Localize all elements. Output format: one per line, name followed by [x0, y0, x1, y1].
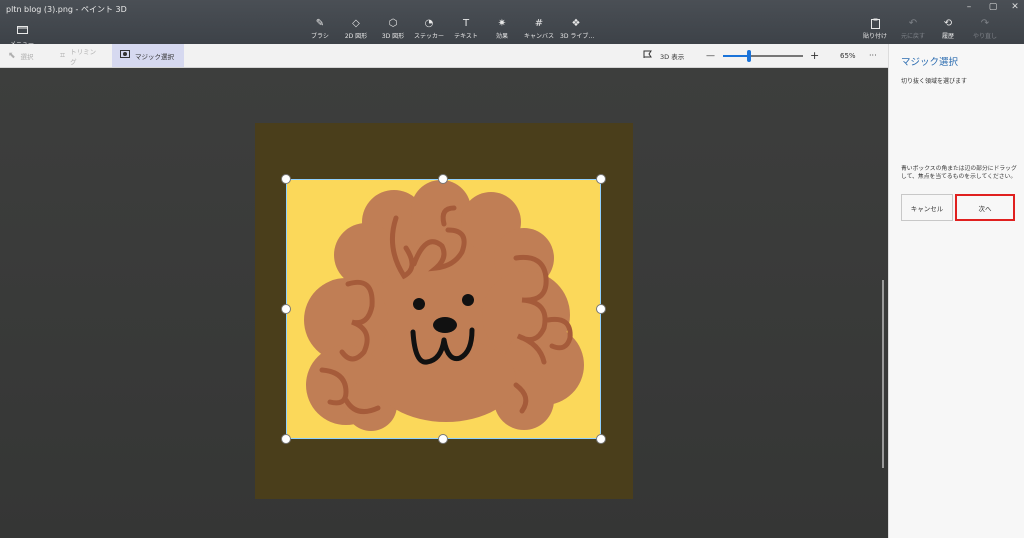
view-3d-toggle[interactable]: 3D 表示: [643, 44, 684, 67]
history-button[interactable]: ⟲ 履歴: [936, 18, 960, 40]
vertical-scrollbar[interactable]: [882, 280, 884, 468]
folder-icon: [16, 26, 28, 34]
selection-handle-top-left[interactable]: [281, 174, 291, 184]
tool-label: ステッカー: [414, 33, 445, 40]
tool-label: ブラシ: [311, 33, 329, 40]
selection-handle-right[interactable]: [596, 304, 606, 314]
zoom-level[interactable]: 65%: [840, 44, 856, 67]
redo-button[interactable]: ↷ やり直し: [970, 18, 1000, 40]
selection-handle-top-right[interactable]: [596, 174, 606, 184]
close-button[interactable]: ✕: [1008, 2, 1022, 12]
selection-box[interactable]: [286, 179, 601, 439]
select-label: 選択: [20, 52, 34, 61]
next-button[interactable]: 次へ: [955, 194, 1015, 221]
panel-hint: 青いボックスの角または辺の部分にドラッグして、焦点を当てるものを示してください。: [901, 166, 1017, 180]
crop-label: トリミング: [70, 47, 97, 66]
brush-icon: ✎: [315, 18, 325, 29]
zoom-slider[interactable]: [723, 50, 803, 62]
selection-handle-bottom-left[interactable]: [281, 434, 291, 444]
crop-icon: ⌗: [60, 50, 66, 61]
magic-select-panel: マジック選択 切り抜く領域を選びます 青いボックスの角または辺の部分にドラッグし…: [888, 44, 1024, 538]
effects-icon: ✷: [497, 18, 507, 29]
tool-3d-library[interactable]: ❖ 3D ライブ…: [560, 18, 595, 40]
zoom-out-button[interactable]: —: [706, 44, 715, 67]
tool-text[interactable]: T テキスト: [453, 18, 479, 40]
history-label: 履歴: [941, 33, 954, 40]
tool-label: テキスト: [454, 33, 478, 40]
2d-shapes-icon: ◇: [352, 18, 360, 29]
magic-select-tool[interactable]: マジック選択: [112, 44, 184, 67]
redo-label: やり直し: [972, 33, 997, 40]
3d-library-icon: ❖: [571, 18, 581, 29]
canvas-icon: #: [534, 18, 544, 29]
tool-effects[interactable]: ✷ 効果: [492, 18, 512, 40]
panel-title: マジック選択: [901, 57, 959, 68]
zoom-in-button[interactable]: +: [810, 44, 819, 67]
tool-brush[interactable]: ✎ ブラシ: [309, 18, 331, 40]
more-options-button[interactable]: ···: [869, 44, 877, 67]
cancel-button[interactable]: キャンセル: [901, 194, 953, 221]
magic-select-icon: [120, 50, 130, 61]
tool-3d-shapes[interactable]: ⬡ 3D 図形: [379, 18, 407, 40]
selection-handle-left[interactable]: [281, 304, 291, 314]
panel-subtitle: 切り抜く領域を選びます: [901, 78, 968, 85]
tool-label: 3D ライブ…: [560, 33, 595, 40]
tool-2d-shapes[interactable]: ◇ 2D 図形: [343, 18, 369, 40]
selection-handle-bottom-right[interactable]: [596, 434, 606, 444]
zoom-slider-thumb[interactable]: [747, 50, 752, 62]
zoom-slider-fill: [723, 55, 750, 57]
tool-stickers[interactable]: ◔ ステッカー: [414, 18, 444, 40]
window-title: pltn blog (3).png - ペイント 3D: [6, 5, 127, 14]
crop-tool[interactable]: ⌗ トリミング: [52, 44, 108, 67]
minimize-button[interactable]: –: [962, 2, 976, 12]
tool-label: 3D 図形: [381, 33, 405, 40]
tool-canvas[interactable]: # キャンバス: [524, 18, 554, 40]
selection-handle-top[interactable]: [438, 174, 448, 184]
flag-icon: [643, 50, 652, 61]
3d-shapes-icon: ⬡: [388, 18, 398, 29]
selection-toolbar: ⬉ 選択 ⌗ トリミング マジック選択 3D 表示 — + 65% ···: [0, 44, 888, 68]
undo-label: 元に戻す: [900, 33, 925, 40]
tool-label: 2D 図形: [344, 33, 368, 40]
magic-select-label: マジック選択: [135, 52, 174, 61]
text-icon: T: [462, 18, 470, 29]
sticker-icon: ◔: [424, 18, 434, 29]
view-3d-label: 3D 表示: [660, 52, 685, 61]
redo-icon: ↷: [980, 18, 990, 29]
undo-button[interactable]: ↶ 元に戻す: [898, 18, 928, 40]
selection-handle-bottom[interactable]: [438, 434, 448, 444]
paste-button[interactable]: 貼り付け: [862, 18, 888, 40]
title-bar: pltn blog (3).png - ペイント 3D – ▢ ✕ メニュー ✎…: [0, 0, 1024, 48]
clipboard-icon: [862, 18, 888, 30]
maximize-button[interactable]: ▢: [986, 2, 1000, 12]
tool-label: 効果: [495, 33, 508, 40]
cursor-icon: ⬉: [8, 50, 16, 61]
tool-label: キャンバス: [524, 33, 555, 40]
undo-icon: ↶: [908, 18, 918, 29]
paste-label: 貼り付け: [862, 33, 887, 40]
history-icon: ⟲: [943, 18, 953, 29]
select-tool[interactable]: ⬉ 選択: [0, 44, 48, 67]
